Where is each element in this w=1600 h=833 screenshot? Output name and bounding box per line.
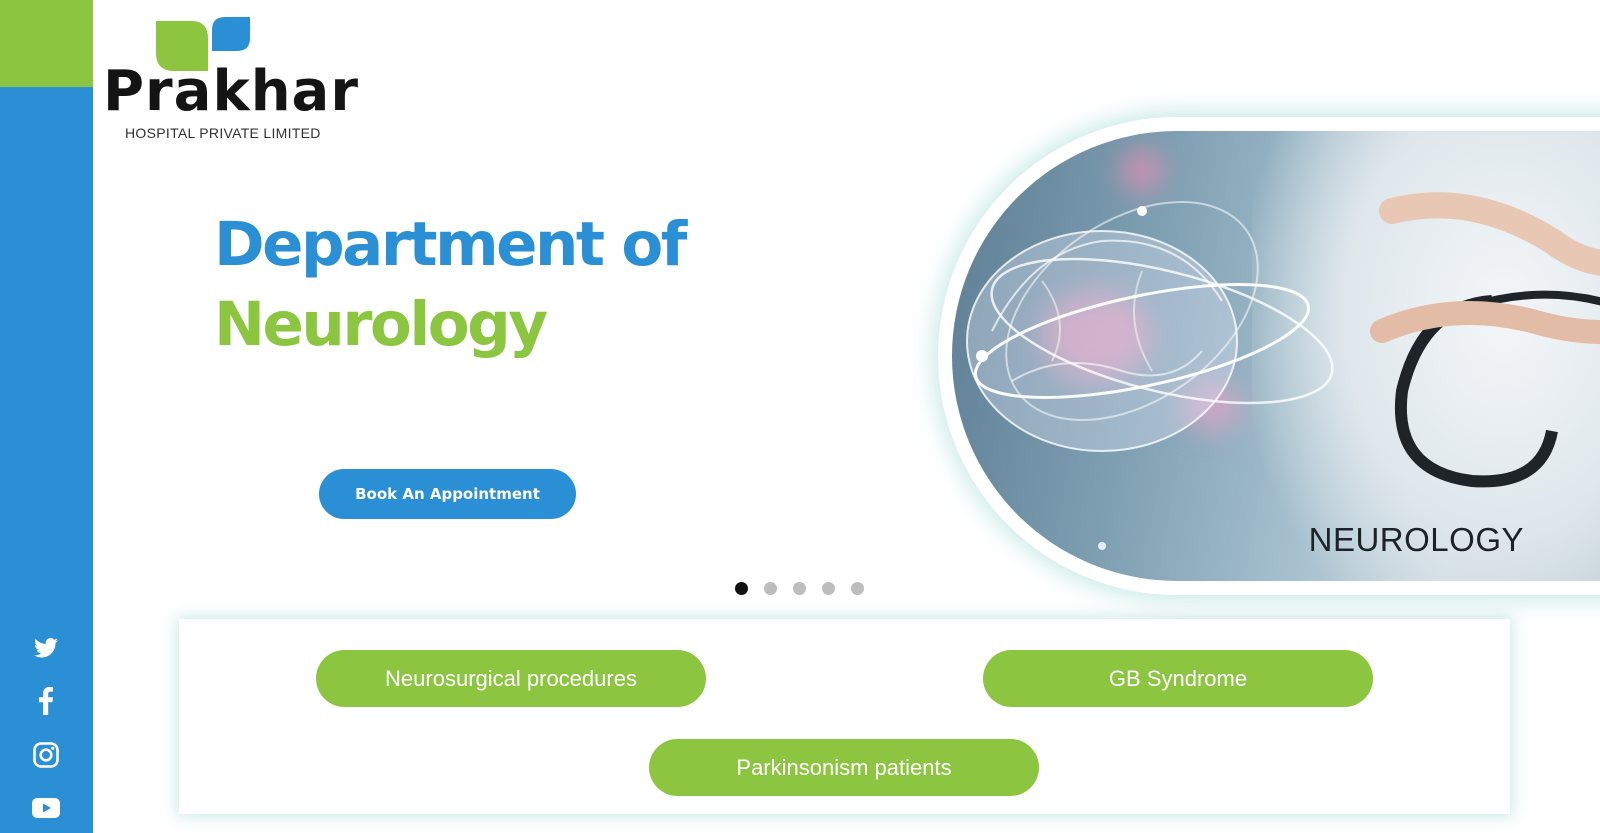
carousel-dot[interactable] xyxy=(851,582,864,595)
logo[interactable]: Prakhar HOSPITAL PRIVATE LIMITED xyxy=(101,14,371,144)
services-card: Neurosurgical procedures GB Syndrome Par… xyxy=(179,619,1510,814)
book-appointment-button[interactable]: Book An Appointment xyxy=(319,469,576,519)
carousel-dot[interactable] xyxy=(735,582,748,595)
blue-leaf-icon xyxy=(212,17,250,51)
service-parkinsonism-patients[interactable]: Parkinsonism patients xyxy=(649,739,1039,796)
service-neurosurgical-procedures[interactable]: Neurosurgical procedures xyxy=(316,650,706,707)
brain-illustration xyxy=(966,192,1600,550)
left-rail xyxy=(0,0,93,833)
rail-accent xyxy=(0,0,93,87)
page: Prakhar HOSPITAL PRIVATE LIMITED Departm… xyxy=(0,0,1600,833)
title-line-2: Neurology xyxy=(214,289,548,360)
carousel-dot[interactable] xyxy=(793,582,806,595)
instagram-icon[interactable] xyxy=(30,739,62,771)
youtube-icon[interactable] xyxy=(30,792,62,824)
carousel-dot[interactable] xyxy=(822,582,835,595)
facebook-icon[interactable] xyxy=(30,685,62,717)
brand-name: Prakhar xyxy=(103,59,359,124)
hero-image: NEUROLOGY xyxy=(952,131,1600,581)
title-line-1: Department of xyxy=(214,209,687,280)
page-title: Department of Neurology xyxy=(214,205,687,365)
carousel-dots xyxy=(735,582,864,595)
brand-subtitle: HOSPITAL PRIVATE LIMITED xyxy=(125,125,321,141)
hero-image-caption: NEUROLOGY xyxy=(1308,521,1524,558)
service-gb-syndrome[interactable]: GB Syndrome xyxy=(983,650,1373,707)
carousel-dot[interactable] xyxy=(764,582,777,595)
twitter-icon[interactable] xyxy=(30,632,62,664)
